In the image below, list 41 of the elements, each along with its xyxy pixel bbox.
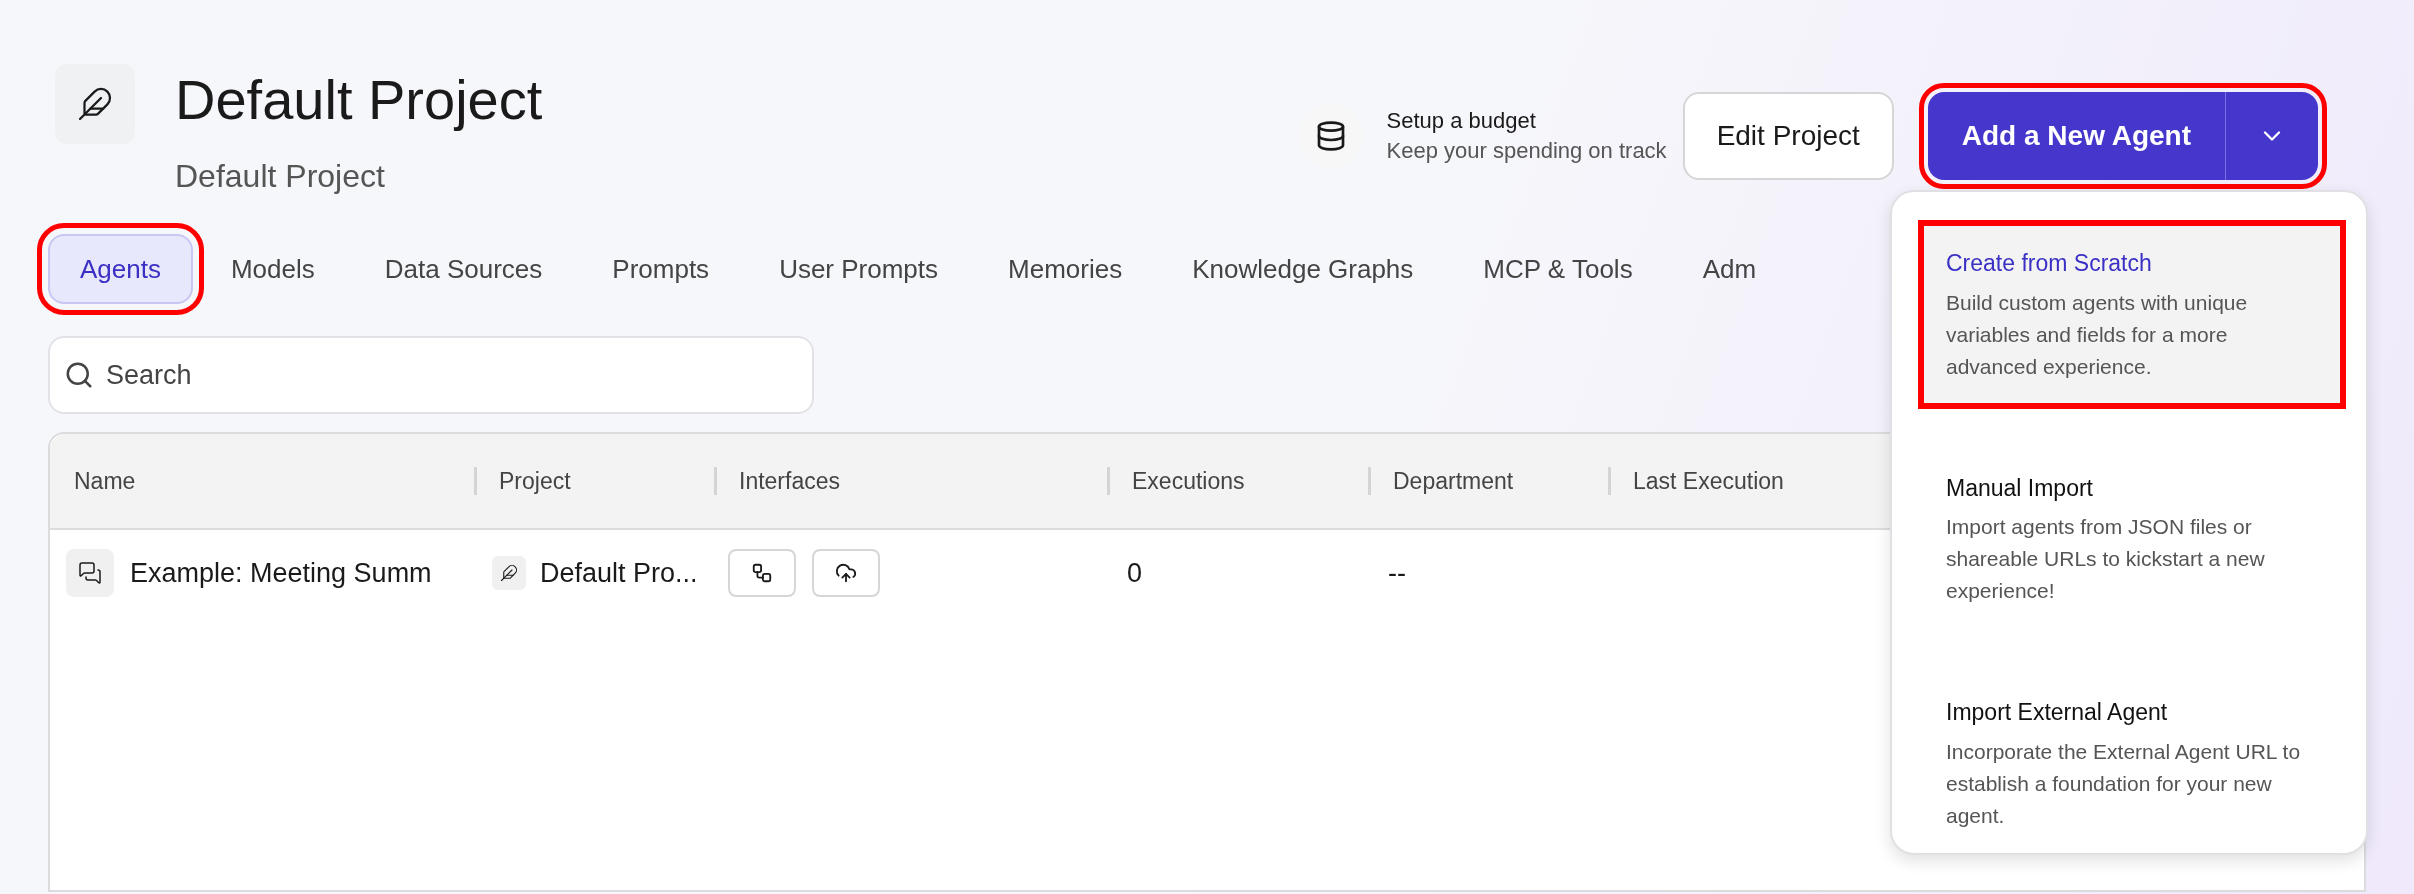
column-header: Executions xyxy=(1132,466,1245,496)
project-title: Default Project xyxy=(175,67,543,133)
agent-name[interactable]: Example: Meeting Summ xyxy=(130,552,432,594)
menu-item-title: Import External Agent xyxy=(1946,698,2169,727)
menu-item[interactable]: Import External Agent Incorporate the External Agent URL to establish a foundation for your new agent. xyxy=(1922,673,2342,854)
tab[interactable]: Knowledge Graphs xyxy=(1160,234,1446,304)
interface-button[interactable] xyxy=(728,549,796,597)
column-header: Project xyxy=(499,466,571,496)
menu-item-description: Import agents from JSON files or shareable URLs to kickstart a new experience! xyxy=(1946,514,2266,604)
menu-item-description: Build custom agents with unique variables and fields for a more advanced experience. xyxy=(1946,289,2249,380)
tab[interactable]: Adm xyxy=(1670,234,1789,304)
search-field[interactable]: Search xyxy=(48,336,814,414)
column-header: Department xyxy=(1393,466,1514,496)
cloud-upload-icon xyxy=(835,562,857,584)
tab[interactable]: Memories xyxy=(976,234,1155,304)
tab[interactable]: Prompts xyxy=(580,234,742,304)
column-header: Name xyxy=(73,466,136,496)
search-icon xyxy=(64,360,94,390)
project-subtitle: Default Project xyxy=(175,157,386,196)
menu-item-description: Incorporate the External Agent URL to establish a foundation for your new agent. xyxy=(1946,738,2302,829)
nodes-icon xyxy=(751,562,773,584)
add-new-agent-button[interactable]: Add a New Agent xyxy=(1927,92,2226,180)
budget-subtitle: Keep your spending on track xyxy=(1386,137,1667,165)
interface-button[interactable] xyxy=(812,549,880,597)
menu-item-title: Create from Scratch xyxy=(1946,249,2153,278)
menu-item-title: Manual Import xyxy=(1946,473,2094,503)
column-header: Interfaces xyxy=(739,466,840,496)
tab[interactable]: User Prompts xyxy=(747,234,971,304)
tab[interactable]: Data Sources xyxy=(352,234,575,304)
tab[interactable]: Models xyxy=(198,234,347,304)
edit-project-button[interactable]: Edit Project xyxy=(1682,92,1894,180)
chat-icon xyxy=(78,561,102,585)
feather-icon xyxy=(77,86,113,122)
feather-icon xyxy=(500,564,518,582)
budget-title: Setup a budget xyxy=(1386,107,1537,135)
menu-item[interactable]: Manual Import Import agents from JSON files or shareable URLs to kickstart a new experience! xyxy=(1922,448,2342,629)
column-header: Last Execution xyxy=(1633,466,1784,496)
table-cell-text: -- xyxy=(1387,556,1407,590)
tab[interactable]: MCP & Tools xyxy=(1451,234,1665,304)
table-cell-text: 0 xyxy=(1126,556,1144,590)
project-name: Default Pro... xyxy=(540,556,698,590)
